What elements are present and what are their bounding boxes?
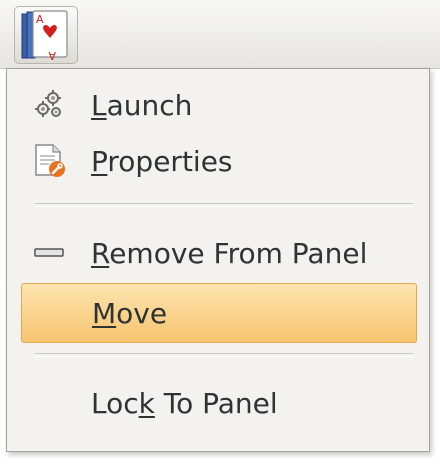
svg-text:A: A bbox=[48, 49, 56, 62]
top-panel: A A bbox=[0, 0, 440, 69]
menu-item-label: Remove From Panel bbox=[91, 236, 368, 270]
menu-item-remove-from-panel[interactable]: Remove From Panel bbox=[21, 225, 417, 281]
properties-document-icon bbox=[33, 141, 77, 181]
solitaire-cards-icon: A A bbox=[21, 10, 68, 62]
menu-item-label: Lock To Panel bbox=[91, 386, 278, 420]
menu-item-properties[interactable]: Properties bbox=[21, 133, 417, 189]
menu-item-label: Properties bbox=[91, 144, 233, 178]
menu-separator bbox=[35, 353, 413, 357]
solitaire-launcher-button[interactable]: A A bbox=[14, 6, 78, 64]
menu-item-launch[interactable]: Launch bbox=[21, 77, 417, 133]
gears-icon bbox=[33, 85, 77, 125]
menu-item-move[interactable]: Move bbox=[21, 283, 417, 343]
menu-item-label: Move bbox=[92, 296, 168, 330]
menu-item-label: Launch bbox=[91, 88, 193, 122]
svg-text:A: A bbox=[36, 13, 44, 26]
menu-separator bbox=[35, 203, 413, 207]
menu-item-lock-to-panel[interactable]: Lock To Panel bbox=[21, 375, 417, 431]
context-menu: Launch Properties Remove From Panel Move… bbox=[6, 68, 430, 452]
remove-bar-icon bbox=[33, 233, 77, 273]
